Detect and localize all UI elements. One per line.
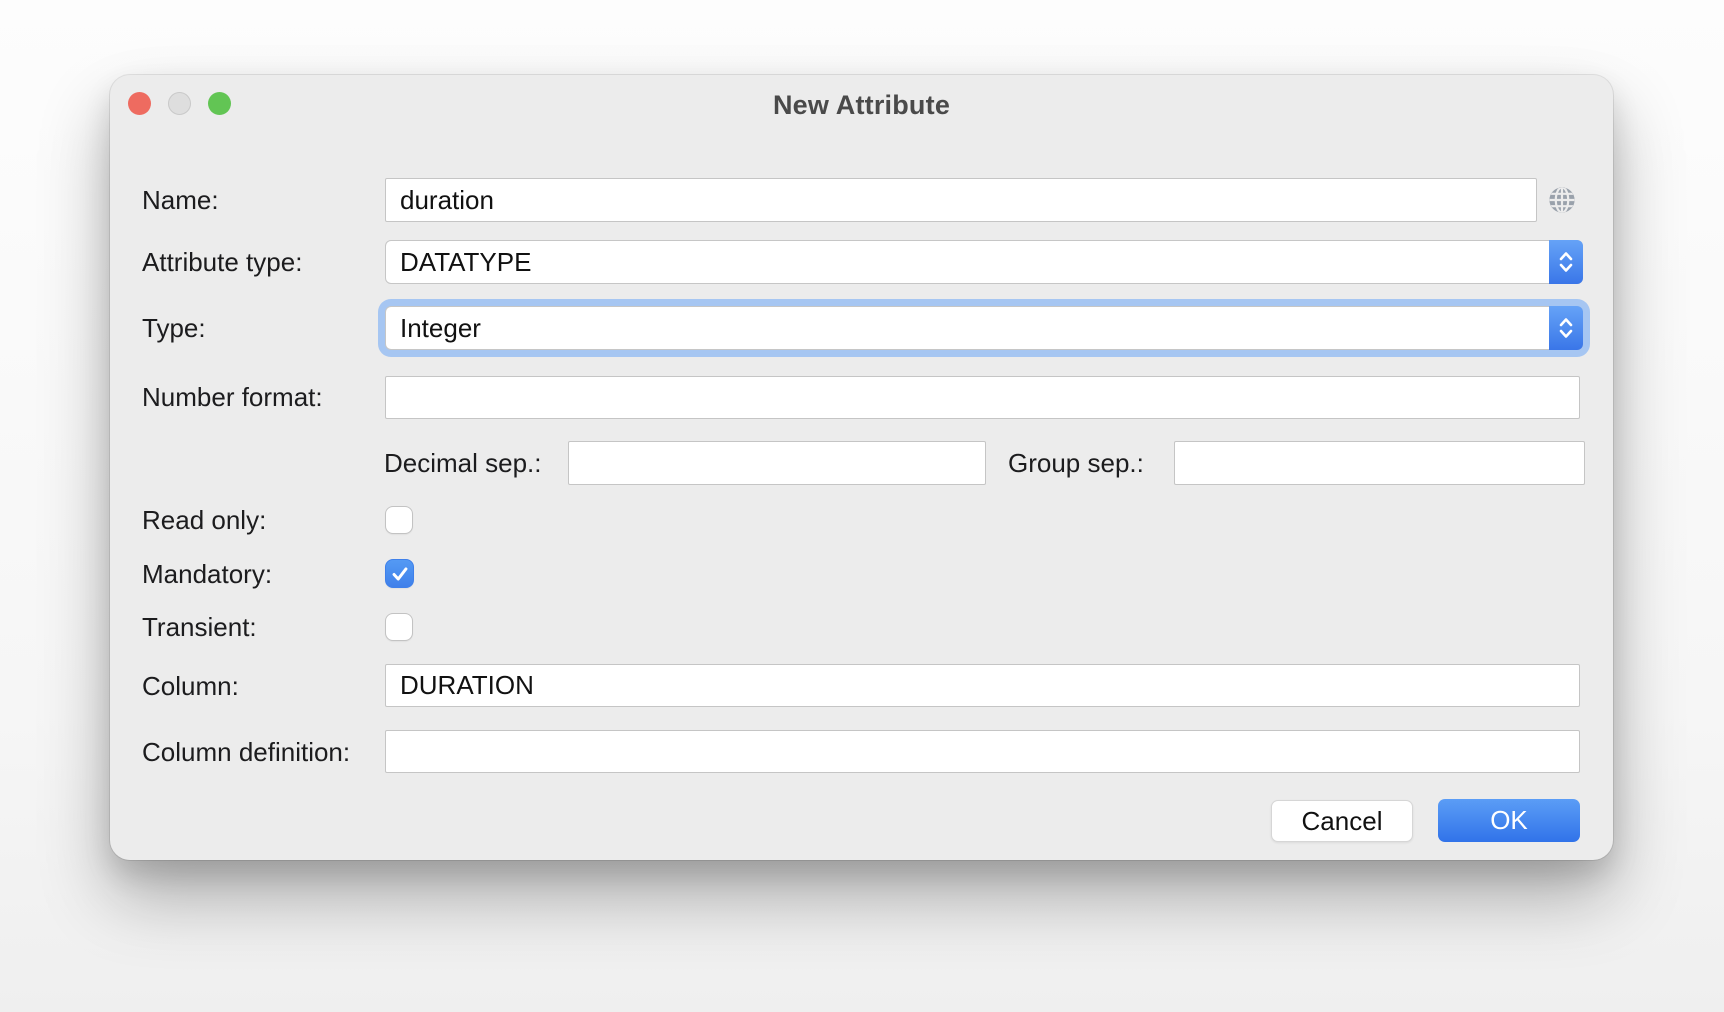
type-value: Integer <box>400 313 481 343</box>
up-down-chevrons-icon[interactable] <box>1549 240 1583 284</box>
ok-button[interactable]: OK <box>1438 799 1580 842</box>
number-format-label: Number format: <box>142 382 323 412</box>
mandatory-checkbox[interactable] <box>385 559 414 588</box>
type-label: Type: <box>142 313 206 343</box>
decimal-sep-input[interactable] <box>568 441 986 485</box>
cancel-button[interactable]: Cancel <box>1271 800 1413 842</box>
column-definition-label: Column definition: <box>142 737 351 767</box>
group-sep-input[interactable] <box>1174 441 1585 485</box>
dialog-title: New Attribute <box>772 90 951 120</box>
type-dropdown[interactable]: Integer <box>385 306 1583 350</box>
mandatory-label: Mandatory: <box>142 559 273 589</box>
group-sep-label: Group sep.: <box>1008 448 1144 478</box>
up-down-chevrons-icon[interactable] <box>1549 306 1583 350</box>
globe-icon <box>1549 187 1575 213</box>
attribute-type-label: Attribute type: <box>142 247 303 277</box>
read-only-label: Read only: <box>142 505 267 535</box>
transient-label: Transient: <box>142 612 257 642</box>
name-input[interactable] <box>385 178 1537 222</box>
attribute-type-value: DATATYPE <box>400 247 532 277</box>
column-input[interactable] <box>385 664 1580 707</box>
attribute-type-dropdown[interactable]: DATATYPE <box>385 240 1583 284</box>
type-dropdown-focus-ring: Integer <box>378 299 1590 357</box>
decimal-sep-label: Decimal sep.: <box>384 448 542 478</box>
column-label: Column: <box>142 671 239 701</box>
transient-checkbox[interactable] <box>385 613 413 641</box>
checkmark-icon <box>392 566 407 581</box>
new-attribute-dialog: New Attribute Name: Attribute type: DATA… <box>110 75 1613 860</box>
name-label: Name: <box>142 185 219 215</box>
column-definition-input[interactable] <box>385 730 1580 773</box>
number-format-input[interactable] <box>385 376 1580 419</box>
read-only-checkbox[interactable] <box>385 506 413 534</box>
